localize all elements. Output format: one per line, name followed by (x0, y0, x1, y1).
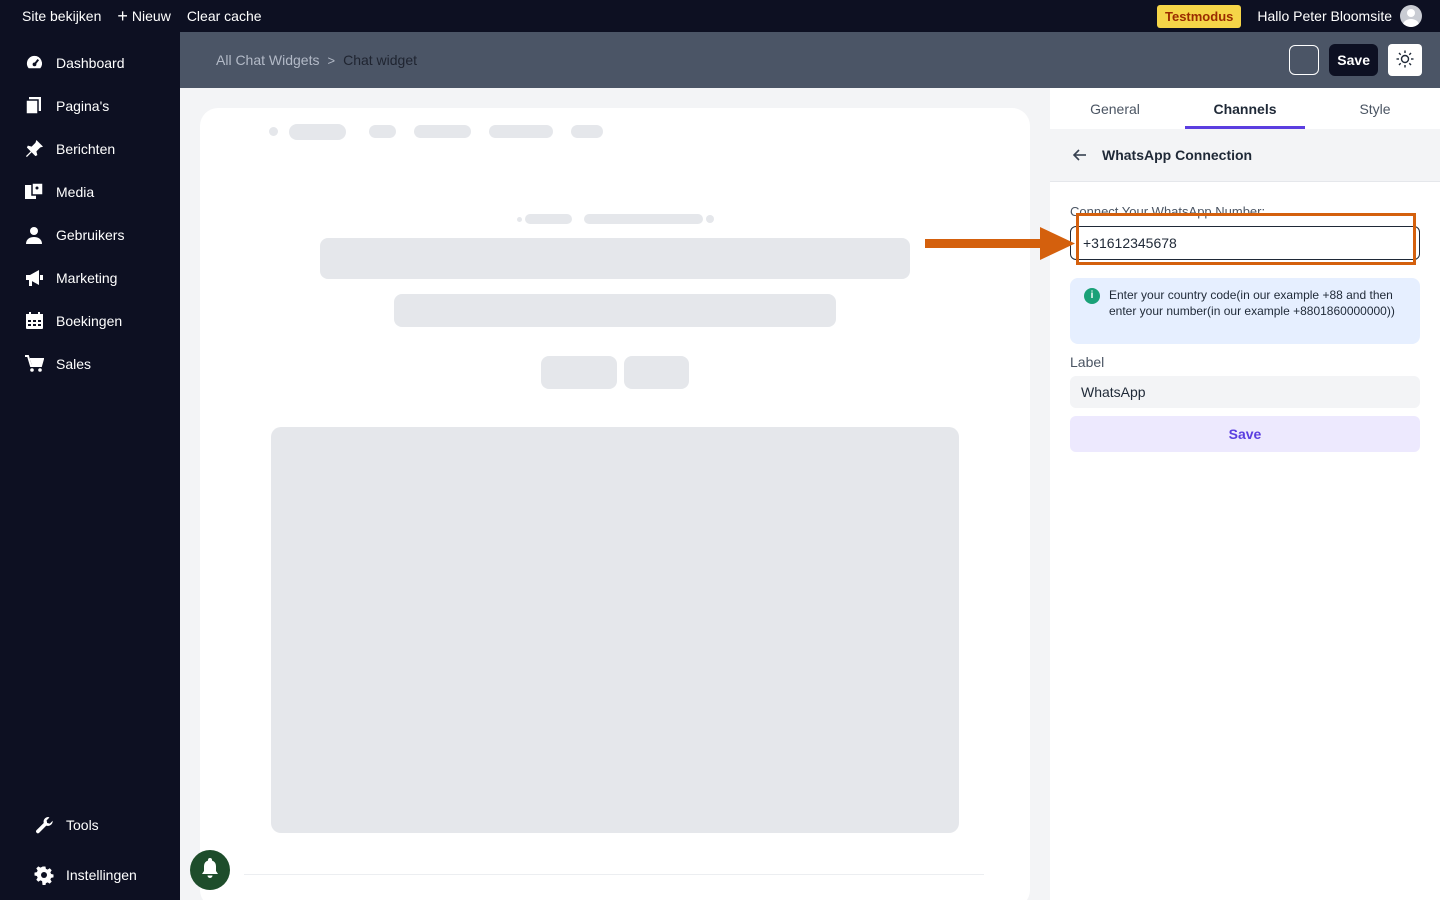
tab-general[interactable]: General (1050, 88, 1180, 129)
sidebar-item-label: Sales (56, 355, 92, 372)
header-actions: Save (1289, 44, 1422, 76)
admin-bar: Site bekijken + Nieuw Clear cache Testmo… (0, 0, 1440, 32)
user-icon (24, 225, 44, 245)
pages-icon (24, 96, 44, 116)
bell-icon (200, 857, 220, 884)
skeleton-tag (525, 214, 572, 224)
breadcrumb-current: Chat widget (343, 52, 418, 68)
preview-toggle-button[interactable] (1289, 45, 1320, 75)
label-field-label: Label (1070, 354, 1105, 370)
sidebar-item-tools[interactable]: Tools (0, 800, 180, 850)
dashboard-icon (24, 53, 44, 73)
skeleton-nav-item (289, 124, 346, 140)
gear-icon (34, 865, 54, 885)
chevron-right-icon: > (327, 52, 336, 68)
sidebar-nav: Dashboard Pagina's Berichten Media Gebru… (0, 41, 180, 385)
tab-style[interactable]: Style (1310, 88, 1440, 129)
arrow-right-icon (925, 227, 1075, 260)
tab-channels[interactable]: Channels (1180, 88, 1310, 129)
sidebar-item-pages[interactable]: Pagina's (0, 84, 180, 127)
calendar-icon (24, 311, 44, 331)
skeleton-button (624, 356, 689, 389)
skeleton-dot (706, 215, 714, 223)
sidebar-item-label: Berichten (56, 140, 116, 157)
breadcrumb-parent-link[interactable]: All Chat Widgets (216, 52, 319, 68)
label-input[interactable] (1070, 376, 1420, 408)
skeleton-dot (517, 217, 522, 222)
sidebar-item-label: Instellingen (66, 867, 137, 883)
sidebar-item-marketing[interactable]: Marketing (0, 256, 180, 299)
sidebar-item-label: Dashboard (56, 54, 125, 71)
sidebar: Dashboard Pagina's Berichten Media Gebru… (0, 32, 180, 900)
sidebar-item-label: Boekingen (56, 312, 123, 329)
skeleton-nav-item (369, 125, 396, 138)
skeleton-subheading (394, 294, 836, 327)
sidebar-item-label: Pagina's (56, 97, 110, 114)
highlight-box (1076, 213, 1416, 265)
back-arrow-icon[interactable] (1072, 147, 1088, 163)
skeleton-nav-item (414, 125, 471, 138)
theme-toggle-button[interactable] (1388, 44, 1422, 76)
sidebar-item-label: Marketing (56, 269, 118, 286)
view-site-link[interactable]: Site bekijken (22, 8, 101, 24)
preview-card (200, 108, 1030, 908)
new-menu[interactable]: + Nieuw (117, 6, 171, 26)
sidebar-item-label: Gebruikers (56, 226, 125, 243)
sidebar-item-dashboard[interactable]: Dashboard (0, 41, 180, 84)
skeleton-button (541, 356, 617, 389)
admin-bar-right: Testmodus Hallo Peter Bloomsite (1156, 0, 1422, 32)
sidebar-bottom-nav: Tools Instellingen (0, 791, 180, 900)
save-channel-button[interactable]: Save (1070, 416, 1420, 452)
admin-bar-left: Site bekijken + Nieuw Clear cache (0, 6, 262, 26)
preview-canvas (180, 88, 1050, 908)
channel-title: WhatsApp Connection (1102, 147, 1253, 163)
new-label: Nieuw (131, 8, 171, 24)
megaphone-icon (24, 268, 44, 288)
skeleton-dot (269, 127, 278, 136)
cart-icon (24, 354, 44, 374)
editor-header: All Chat Widgets > Chat widget Save (180, 32, 1440, 88)
panel-tabs: General Channels Style (1050, 88, 1440, 129)
sidebar-item-media[interactable]: Media (0, 170, 180, 213)
media-icon (24, 182, 44, 202)
skeleton-image (271, 427, 959, 833)
sidebar-item-users[interactable]: Gebruikers (0, 213, 180, 256)
info-note: i Enter your country code(in our example… (1070, 278, 1420, 344)
skeleton-nav-item (489, 125, 553, 138)
pin-icon (24, 139, 44, 159)
skeleton-heading (320, 238, 910, 279)
sidebar-item-label: Tools (66, 817, 99, 833)
skeleton-tag (584, 214, 703, 224)
skeleton-nav-item (571, 125, 603, 138)
avatar (1400, 5, 1422, 27)
skeleton-divider (244, 874, 984, 875)
test-mode-badge[interactable]: Testmodus (1156, 4, 1242, 28)
greeting-text: Hallo Peter Bloomsite (1257, 8, 1392, 24)
sidebar-item-label: Media (56, 183, 95, 200)
plus-icon: + (117, 6, 128, 26)
breadcrumb: All Chat Widgets > Chat widget (216, 32, 417, 88)
wrench-icon (34, 815, 54, 835)
info-text: Enter your country code(in our example +… (1109, 288, 1395, 318)
sun-icon (1396, 50, 1414, 71)
sidebar-item-posts[interactable]: Berichten (0, 127, 180, 170)
channel-header: WhatsApp Connection (1050, 129, 1440, 182)
clear-cache-link[interactable]: Clear cache (187, 8, 262, 24)
user-greeting[interactable]: Hallo Peter Bloomsite (1257, 5, 1422, 27)
sidebar-item-settings[interactable]: Instellingen (0, 850, 180, 900)
sidebar-item-bookings[interactable]: Boekingen (0, 299, 180, 342)
save-button[interactable]: Save (1329, 44, 1378, 76)
sidebar-item-sales[interactable]: Sales (0, 342, 180, 385)
settings-panel: General Channels Style WhatsApp Connecti… (1050, 88, 1440, 900)
info-icon: i (1084, 288, 1100, 304)
notification-bell-button[interactable] (190, 850, 230, 890)
